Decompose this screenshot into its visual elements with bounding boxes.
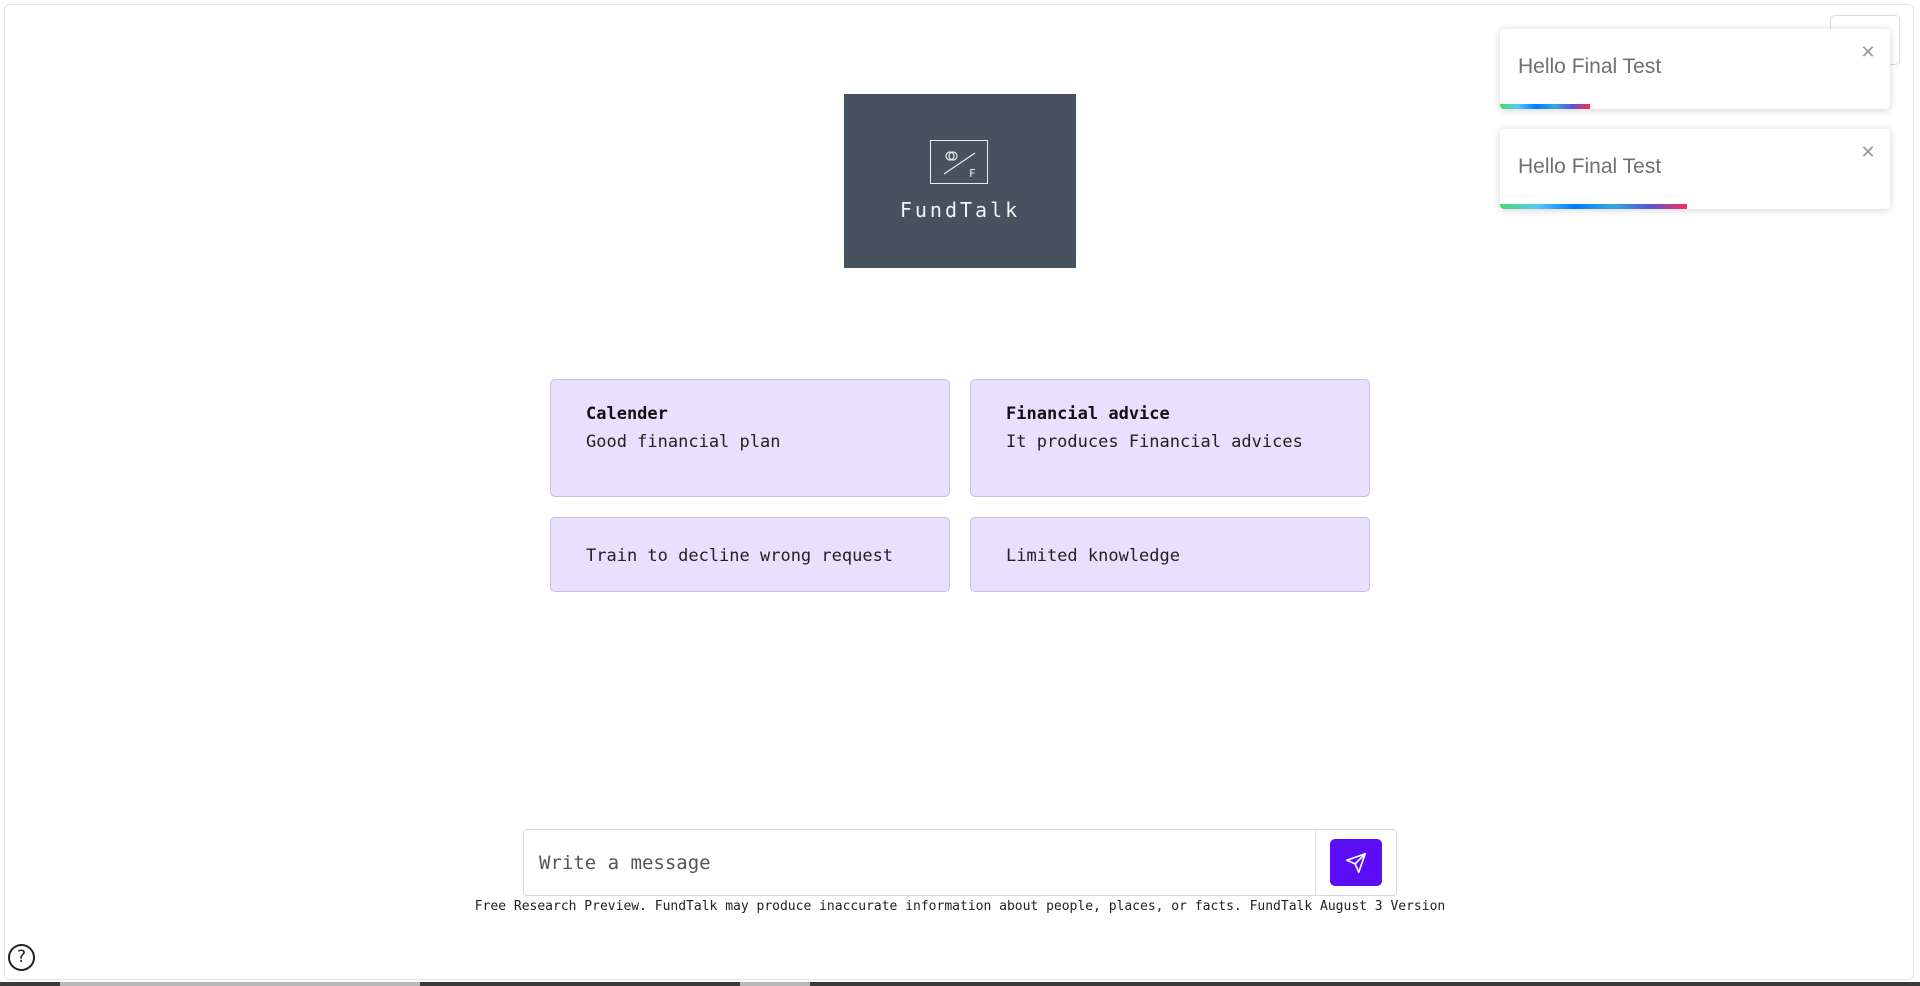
composer-divider (1315, 830, 1316, 895)
card-title: Financial advice (1006, 404, 1170, 424)
toast-message: Hello Final Test (1518, 55, 1662, 78)
card-subtitle: It produces Financial advices (1006, 432, 1303, 452)
send-button[interactable] (1330, 839, 1382, 886)
suggestion-card-limited-knowledge[interactable]: Limited knowledge (970, 517, 1370, 592)
close-icon[interactable]: ✕ (1858, 143, 1878, 163)
toast-message: Hello Final Test (1518, 155, 1662, 178)
suggestion-card-calender[interactable]: Calender Good financial plan (550, 379, 950, 497)
card-subtitle: Good financial plan (586, 432, 781, 452)
toast-progress-bar (1500, 204, 1688, 209)
message-composer (523, 829, 1397, 896)
help-button[interactable]: ? (8, 944, 35, 971)
paper-plane-icon (1346, 853, 1366, 873)
card-label: Limited knowledge (1006, 546, 1180, 566)
disclaimer-text: Free Research Preview. FundTalk may prod… (474, 899, 1446, 914)
app-logo: F FundTalk (844, 94, 1076, 268)
toast-notification: Hello Final Test ✕ (1500, 29, 1890, 109)
toast-progress-bar (1500, 104, 1590, 109)
card-label: Train to decline wrong request (586, 546, 894, 566)
emblem-letter: F (969, 167, 976, 180)
toast-notification: Hello Final Test ✕ (1500, 129, 1890, 209)
help-icon: ? (16, 947, 27, 967)
taskbar-strip (0, 982, 1920, 986)
card-title: Calender (586, 404, 668, 424)
suggestion-card-financial-advice[interactable]: Financial advice It produces Financial a… (970, 379, 1370, 497)
close-icon[interactable]: ✕ (1858, 43, 1878, 63)
logo-emblem-icon: F (930, 140, 988, 184)
logo-name: FundTalk (899, 198, 1021, 222)
message-input[interactable] (524, 830, 1314, 895)
suggestion-card-train-decline[interactable]: Train to decline wrong request (550, 517, 950, 592)
